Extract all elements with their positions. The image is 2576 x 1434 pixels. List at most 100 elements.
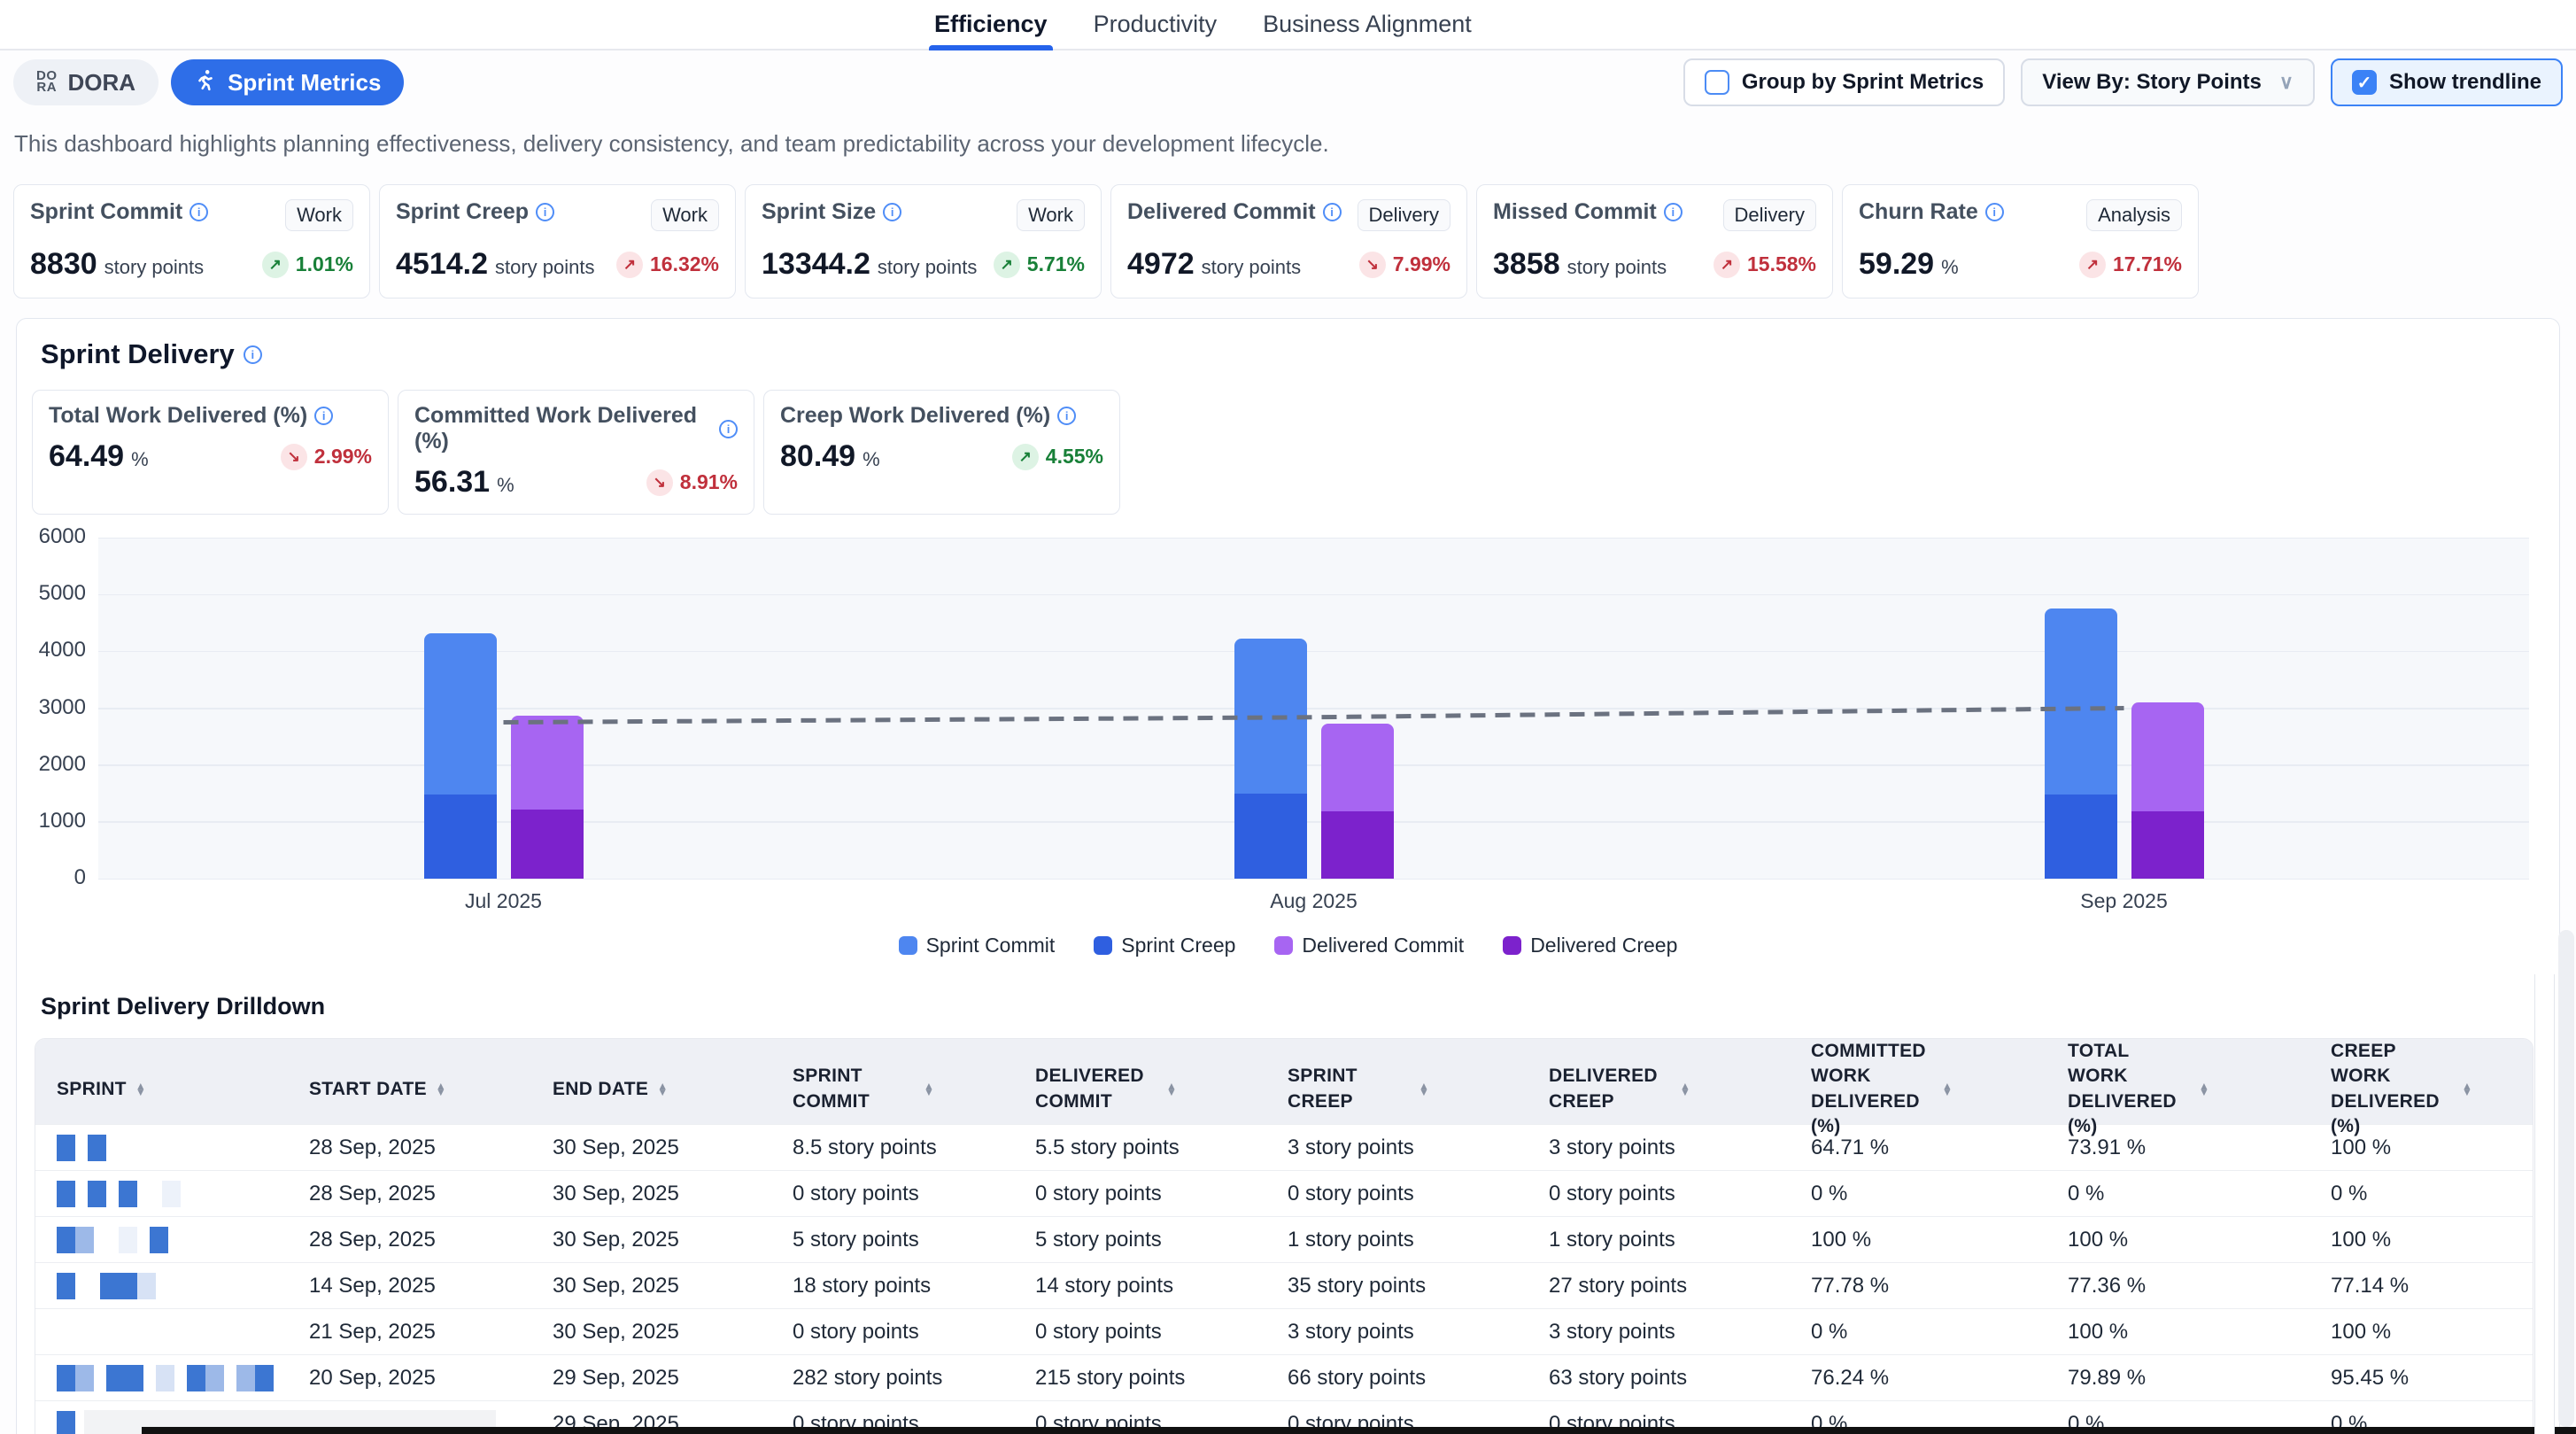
y-axis-tick-5000: 5000 (35, 581, 86, 606)
cell-sprint-creep: 66 story points (1266, 1366, 1528, 1391)
table-row[interactable]: 20 Sep, 202529 Sep, 2025282 story points… (35, 1354, 2533, 1400)
cell-sprint-redacted (35, 1181, 288, 1207)
redaction-block (119, 1181, 137, 1207)
column-header-delivered-creep[interactable]: DELIVERED CREEP▲▼ (1528, 1064, 1790, 1114)
show-trendline-checkbox[interactable]: ✓ (2352, 70, 2377, 95)
card-title-text: Churn Rate (1859, 199, 1978, 225)
sprint-metrics-button[interactable]: Sprint Metrics (171, 59, 404, 105)
table-row[interactable]: 28 Sep, 202530 Sep, 20250 story points0 … (35, 1170, 2533, 1216)
dora-button[interactable]: DORA DORA (13, 59, 159, 105)
category-badge: Analysis (2086, 199, 2182, 231)
group-by-checkbox[interactable] (1705, 70, 1729, 95)
column-header-committed-work-delivered[interactable]: COMMITTED WORK DELIVERED (%)▲▼ (1790, 1039, 2046, 1139)
legend-item-delivered-commit[interactable]: Delivered Commit (1274, 934, 1464, 957)
info-icon[interactable]: i (244, 345, 262, 364)
delivery-card-total-work-delivered: Total Work Delivered (%)i64.49%↘2.99% (32, 390, 389, 515)
cell-sprint-commit: 8.5 story points (771, 1136, 1014, 1160)
column-header-sprint-commit[interactable]: SPRINT COMMIT▲▼ (771, 1064, 1014, 1114)
info-icon[interactable]: i (1664, 203, 1683, 221)
sort-icon: ▲▼ (924, 1083, 934, 1096)
sort-icon: ▲▼ (135, 1083, 146, 1096)
trend-indicator: ↗4.55% (1012, 444, 1103, 470)
info-icon[interactable]: i (719, 420, 738, 438)
card-unit: % (497, 474, 514, 497)
card-title: Committed Work Delivered (%)i (414, 403, 738, 454)
column-header-creep-work-delivered[interactable]: CREEP WORK DELIVERED (%)▲▼ (2309, 1039, 2533, 1139)
arrow-up-right-icon: ↗ (262, 252, 289, 278)
info-icon[interactable]: i (314, 407, 333, 425)
redaction-block (106, 1181, 119, 1207)
page-scrollbar-thumb[interactable] (2558, 930, 2574, 1427)
info-icon[interactable]: i (1323, 203, 1342, 221)
group-by-sprint-metrics-toggle[interactable]: Group by Sprint Metrics (1683, 58, 2005, 106)
info-icon[interactable]: i (536, 203, 554, 221)
trend-value: 1.01% (296, 252, 353, 276)
trend-value: 2.99% (314, 445, 372, 469)
column-header-sprint[interactable]: SPRINT▲▼ (35, 1077, 288, 1102)
dora-logo-icon: DORA (36, 71, 58, 94)
table-scroll-gutter[interactable] (2534, 974, 2555, 1434)
table-row[interactable]: 14 Sep, 202530 Sep, 202518 story points1… (35, 1262, 2533, 1308)
show-trendline-toggle[interactable]: ✓ Show trendline (2331, 58, 2563, 106)
delivery-card-creep-work-delivered: Creep Work Delivered (%)i80.49%↗4.55% (763, 390, 1120, 515)
tab-efficiency[interactable]: Efficiency (934, 0, 1048, 49)
redaction-block (94, 1365, 106, 1391)
sort-icon: ▲▼ (1166, 1083, 1177, 1096)
redaction-block (137, 1181, 150, 1207)
arrow-down-right-icon: ↘ (646, 469, 673, 496)
drilldown-title: Sprint Delivery Drilldown (17, 957, 2559, 1020)
column-header-delivered-commit[interactable]: DELIVERED COMMIT▲▼ (1014, 1064, 1266, 1114)
redaction-block (150, 1181, 162, 1207)
column-header-sprint-creep[interactable]: SPRINT CREEP▲▼ (1266, 1064, 1528, 1114)
delivery-subcards-row: Total Work Delivered (%)i64.49%↘2.99%Com… (17, 370, 2559, 515)
group-by-label: Group by Sprint Metrics (1742, 70, 1984, 95)
redaction-block (156, 1365, 174, 1391)
column-header-start-date[interactable]: START DATE▲▼ (288, 1077, 531, 1102)
column-header-total-work-delivered[interactable]: TOTAL WORK DELIVERED (%)▲▼ (2046, 1039, 2309, 1139)
legend-item-sprint-creep[interactable]: Sprint Creep (1094, 934, 1235, 957)
column-header-end-date[interactable]: END DATE▲▼ (531, 1077, 771, 1102)
cell-delivered-commit: 0 story points (1014, 1182, 1266, 1206)
view-by-dropdown[interactable]: View By: Story Points ∨ (2021, 58, 2315, 106)
tab-business-alignment[interactable]: Business Alignment (1263, 0, 1472, 49)
redaction-block (88, 1135, 106, 1161)
arrow-up-right-icon: ↗ (2079, 252, 2106, 278)
cell-creep-work-delivered: 0 % (2309, 1182, 2533, 1206)
info-icon[interactable]: i (1057, 407, 1076, 425)
legend-swatch (899, 936, 917, 955)
legend-label: Delivered Creep (1530, 934, 1677, 957)
column-header-label: COMMITTED WORK DELIVERED (%) (1811, 1039, 1933, 1139)
view-by-label: View By: Story Points (2042, 70, 2262, 95)
cell-total-work-delivered: 77.36 % (2046, 1274, 2309, 1298)
redaction-block (88, 1273, 100, 1299)
category-badge: Work (651, 199, 719, 231)
toolbar: DORA DORA Sprint Metrics Group by Sprint… (0, 50, 2576, 114)
column-header-label: SPRINT CREEP (1288, 1064, 1410, 1114)
table-row[interactable]: 28 Sep, 202530 Sep, 20255 story points5 … (35, 1216, 2533, 1262)
info-icon[interactable]: i (1985, 203, 2004, 221)
trend-indicator: ↗17.71% (2079, 252, 2182, 278)
info-icon[interactable]: i (190, 203, 208, 221)
redaction-block (57, 1135, 75, 1161)
arrow-down-right-icon: ↘ (281, 444, 307, 470)
table-row[interactable]: 21 Sep, 202530 Sep, 20250 story points0 … (35, 1308, 2533, 1354)
redaction-block (57, 1273, 75, 1299)
cell-sprint-redacted (35, 1319, 288, 1345)
cell-delivered-commit: 0 story points (1014, 1320, 1266, 1345)
cell-sprint-commit: 18 story points (771, 1274, 1014, 1298)
tab-productivity[interactable]: Productivity (1094, 0, 1218, 49)
trendline (98, 538, 2529, 879)
cell-delivered-commit: 5.5 story points (1014, 1136, 1266, 1160)
card-title-text: Total Work Delivered (%) (49, 403, 307, 429)
x-axis-label-aug-2025: Aug 2025 (1226, 889, 1403, 913)
card-title-text: Sprint Creep (396, 199, 529, 225)
card-title: Total Work Delivered (%) i (49, 403, 333, 429)
legend-item-sprint-commit[interactable]: Sprint Commit (899, 934, 1056, 957)
card-unit: story points (104, 256, 205, 279)
card-value: 3858 (1493, 247, 1560, 282)
metric-card-delivered-commit: Delivered CommitiDelivery4972story point… (1110, 184, 1467, 298)
card-title-text: Missed Commit (1493, 199, 1657, 225)
x-axis-label-jul-2025: Jul 2025 (415, 889, 592, 913)
info-icon[interactable]: i (883, 203, 901, 221)
legend-item-delivered-creep[interactable]: Delivered Creep (1503, 934, 1677, 957)
